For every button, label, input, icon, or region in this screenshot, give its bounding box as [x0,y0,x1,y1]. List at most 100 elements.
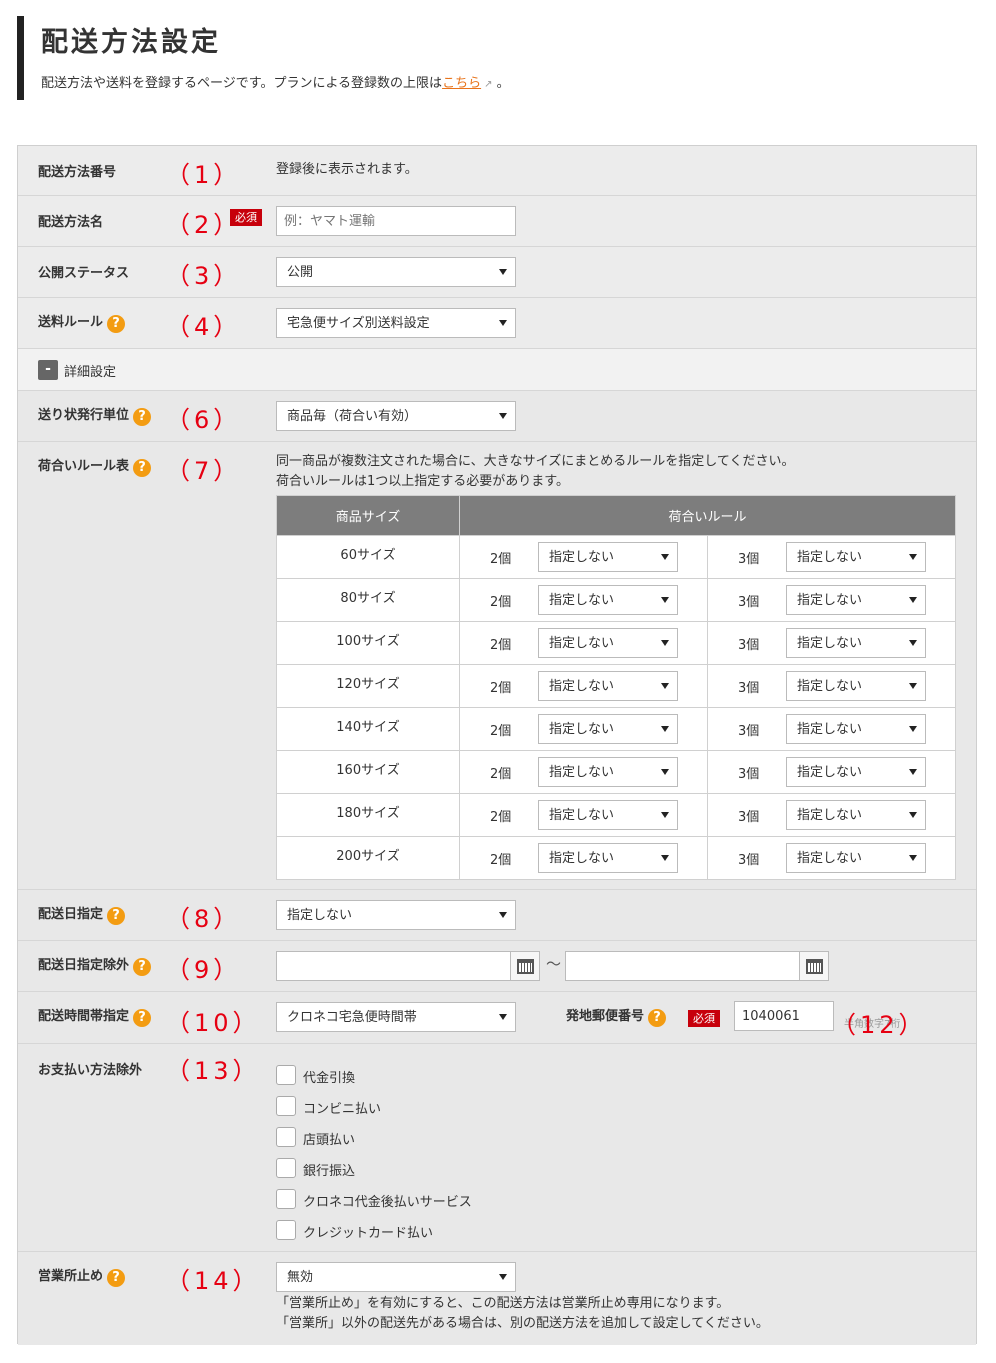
description-text: 配送方法や送料を登録するページです。プランによる登録数の上限は [41,76,443,91]
delivery-date-label-group: 配送日指定? [38,903,126,925]
page-title: 配送方法設定 [41,27,221,58]
rule-note-2: 荷合いルールは1つ以上指定する必要があります。 [276,474,569,489]
rule-select-3[interactable]: 指定しない [786,800,926,830]
help-icon[interactable]: ? [107,315,126,333]
calendar-icon[interactable] [510,951,540,981]
size-cell: 160サイズ [276,750,460,794]
checkbox-icon[interactable] [276,1158,296,1178]
table-row: 100サイズ 2個 指定しない 3個 指定しない [276,621,956,665]
detail-settings-label[interactable]: 詳細設定 [64,361,116,380]
chevron-down-icon [909,683,917,689]
marker-8: （8） [166,905,242,933]
rule-select-2[interactable]: 指定しない [538,542,678,572]
label-unit-select[interactable]: 商品毎（荷合い有効） [276,401,516,431]
chevron-down-icon [909,812,917,818]
payment-option-checkbox[interactable]: 銀行振込 [276,1158,536,1180]
chevron-down-icon [909,769,917,775]
count-label: 2個 [490,853,512,868]
method-number-label: 配送方法番号 [38,165,117,180]
rule-cell-3: 3個 指定しない [707,535,956,579]
rule-cell-2: 2個 指定しない [459,707,708,751]
calendar-icon[interactable] [799,951,829,981]
help-icon[interactable]: ? [133,1009,152,1027]
rule-cell-3: 3個 指定しない [707,836,956,880]
rule-cell-3: 3個 指定しない [707,664,956,708]
rule-select-2[interactable]: 指定しない [538,843,678,873]
payment-option-checkbox[interactable]: クレジットカード払い [276,1220,536,1242]
table-row: 200サイズ 2個 指定しない 3個 指定しない [276,836,956,880]
method-number-value: 登録後に表示されます。 [276,162,418,177]
rule-select-2[interactable]: 指定しない [538,757,678,787]
plan-limit-link[interactable]: こちら [442,76,481,91]
count-label: 3個 [738,681,760,696]
rule-select-value: 指定しない [797,765,863,780]
help-icon[interactable]: ? [133,958,152,976]
postal-code-input[interactable] [734,1001,834,1031]
exclusion-start-date-input[interactable] [276,951,511,981]
chevron-down-icon [661,726,669,732]
rule-select-value: 指定しない [549,636,615,651]
marker-1: （1） [166,161,242,189]
row-method-number: 配送方法番号 （1） 登録後に表示されます。 [18,146,976,196]
rule-cell-2: 2個 指定しない [459,535,708,579]
rule-select-3[interactable]: 指定しない [786,628,926,658]
payment-option-checkbox[interactable]: 代金引換 [276,1065,536,1087]
delivery-date-select[interactable]: 指定しない [276,900,516,930]
payment-option-checkbox[interactable]: 店頭払い [276,1127,536,1149]
rule-select-3[interactable]: 指定しない [786,585,926,615]
row-consolidation-rules: 荷合いルール表? （7） 同一商品が複数注文された場合に、大きなサイズにまとめる… [18,442,976,890]
chevron-down-icon [499,1274,507,1280]
row-payment-exclusion: お支払い方法除外 （13） 代金引換 コンビニ払い 店頭払い 銀行振込 クロネコ代金後払… [18,1044,976,1252]
rule-select-3[interactable]: 指定しない [786,671,926,701]
table-row: 180サイズ 2個 指定しない 3個 指定しない [276,793,956,837]
payment-option-checkbox[interactable]: クロネコ代金後払いサービス [276,1189,536,1211]
checkbox-icon[interactable] [276,1096,296,1116]
exclusion-end-date-input[interactable] [565,951,800,981]
rule-select-3[interactable]: 指定しない [786,542,926,572]
time-slot-select[interactable]: クロネコ宅急便時間帯 [276,1002,516,1032]
row-label-unit: 送り状発行単位? （6） 商品毎（荷合い有効） [18,391,976,442]
fee-rule-label-group: 送料ルール? [38,311,126,333]
row-date-exclusion: 配送日指定除外? （9） ～ [18,941,976,992]
checkbox-icon[interactable] [276,1127,296,1147]
office-stop-label-group: 営業所止め? [38,1265,126,1287]
help-icon[interactable]: ? [133,459,152,477]
help-icon[interactable]: ? [133,408,152,426]
date-exclusion-label: 配送日指定除外 [38,958,130,973]
time-slot-label: 配送時間帯指定 [38,1009,130,1024]
fee-rule-select[interactable]: 宅急便サイズ別送料設定 [276,308,516,338]
rule-select-2[interactable]: 指定しない [538,585,678,615]
checkbox-icon[interactable] [276,1220,296,1240]
fee-rule-label: 送料ルール [38,315,104,330]
rule-cell-3: 3個 指定しない [707,707,956,751]
chevron-down-icon [661,855,669,861]
marker-7: （7） [166,457,242,485]
chevron-down-icon [661,640,669,646]
count-label: 3個 [738,767,760,782]
collapse-icon[interactable]: - [38,360,58,380]
checkbox-icon[interactable] [276,1189,296,1209]
rule-select-2[interactable]: 指定しない [538,628,678,658]
office-stop-select[interactable]: 無効 [276,1262,516,1292]
payment-option-checkbox[interactable]: コンビニ払い [276,1096,536,1118]
rule-cell-3: 3個 指定しない [707,578,956,622]
date-exclusion-label-group: 配送日指定除外? [38,954,152,976]
rule-select-value: 指定しない [797,679,863,694]
marker-9: （9） [166,956,242,984]
count-label: 2個 [490,595,512,610]
help-icon[interactable]: ? [107,1269,126,1287]
postal-label: 発地郵便番号 [566,1009,645,1024]
help-icon[interactable]: ? [107,907,126,925]
rule-select-3[interactable]: 指定しない [786,757,926,787]
rule-select-3[interactable]: 指定しない [786,843,926,873]
checkbox-icon[interactable] [276,1065,296,1085]
public-status-select[interactable]: 公開 [276,257,516,287]
rule-select-3[interactable]: 指定しない [786,714,926,744]
method-name-input[interactable] [276,206,516,236]
rule-select-2[interactable]: 指定しない [538,671,678,701]
rule-select-2[interactable]: 指定しない [538,800,678,830]
help-icon[interactable]: ? [648,1009,667,1027]
marker-4: （4） [166,313,242,341]
rule-select-2[interactable]: 指定しない [538,714,678,744]
marker-12: （12） [832,1011,927,1039]
